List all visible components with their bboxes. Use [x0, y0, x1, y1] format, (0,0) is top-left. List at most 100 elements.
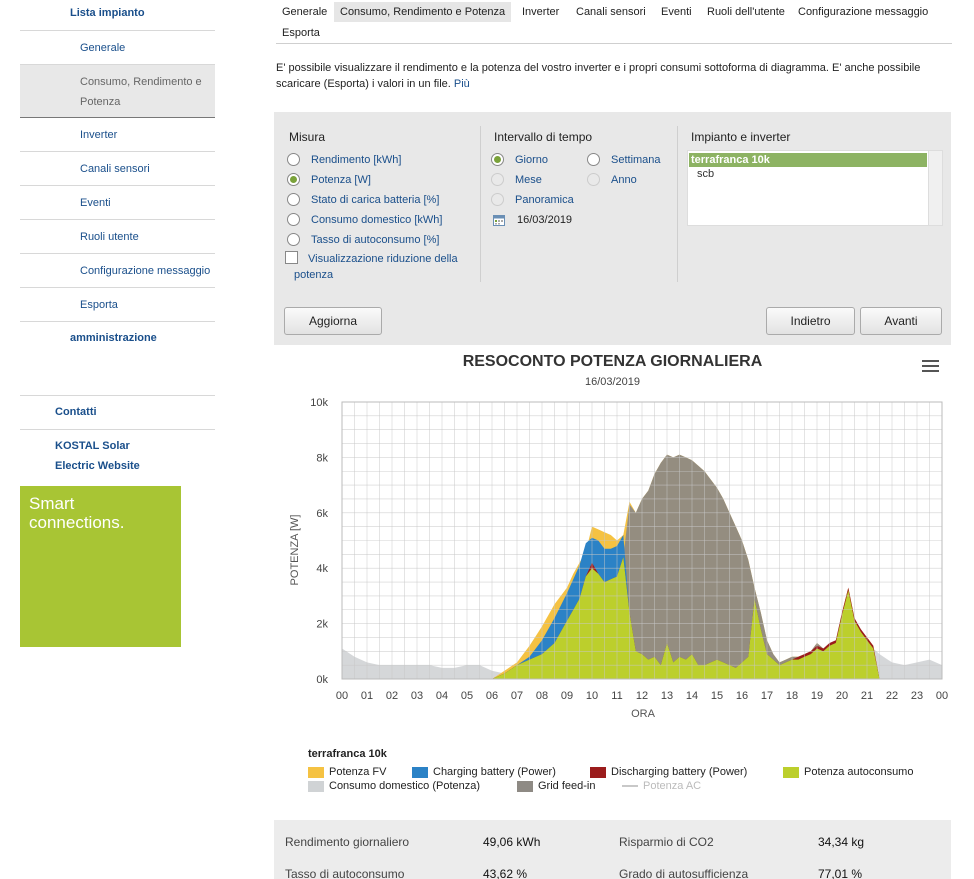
sidebar-admin[interactable]: amministrazione	[20, 322, 215, 359]
measure-label: Tasso di autoconsumo [%]	[311, 233, 440, 246]
filter-panel: Misura Rendimento [kWh] Potenza [W] Stat…	[274, 112, 951, 345]
measure-option-power[interactable]: Potenza [W]	[287, 173, 371, 186]
sidebar-website[interactable]: KOSTAL Solar Electric Website	[20, 430, 170, 483]
radio-selected-icon[interactable]	[287, 173, 300, 186]
x-tick-label: 21	[861, 690, 873, 702]
legend-swatch	[308, 780, 324, 792]
back-button[interactable]: Indietro	[766, 307, 855, 335]
interval-label: Panoramica	[515, 193, 574, 206]
y-tick-label: 2k	[316, 619, 328, 631]
stat-value-selfconsumption: 43,62 %	[483, 867, 528, 879]
x-tick-label: 01	[361, 690, 373, 702]
tab-user-roles[interactable]: Ruoli dell'utente	[701, 2, 791, 22]
legend-label: Potenza FV	[329, 766, 387, 778]
power-reduction-option[interactable]: Visualizzazione riduzione della potenza	[285, 251, 458, 283]
tab-export[interactable]: Esporta	[276, 23, 326, 43]
legend-label: Potenza AC	[643, 780, 702, 792]
legend-item-pv[interactable]: Potenza FV	[308, 766, 386, 778]
radio-icon[interactable]	[287, 213, 300, 226]
measure-option-consumption[interactable]: Consumo domestico [kWh]	[287, 213, 442, 226]
tab-sensors[interactable]: Canali sensori	[570, 2, 652, 22]
x-tick-label: 07	[511, 690, 523, 702]
sidebar-item-export[interactable]: Esporta	[20, 288, 215, 322]
sidebar-item-consumption[interactable]: Consumo, Rendimento e Potenza	[20, 65, 215, 118]
tab-events[interactable]: Eventi	[655, 2, 698, 22]
sidebar-item-events[interactable]: Eventi	[20, 186, 215, 220]
tab-consumption[interactable]: Consumo, Rendimento e Potenza	[334, 2, 512, 22]
x-tick-label: 05	[461, 690, 473, 702]
y-tick-label: 10k	[310, 397, 328, 409]
measure-option-selfconsumption[interactable]: Tasso di autoconsumo [%]	[287, 233, 439, 246]
radio-icon[interactable]	[287, 153, 300, 166]
plant-list-scrollbar[interactable]	[928, 151, 942, 225]
sidebar-contacts[interactable]: Contatti	[20, 396, 215, 430]
tab-message-config[interactable]: Configurazione messaggio	[792, 2, 934, 22]
radio-icon[interactable]	[587, 173, 600, 186]
interval-day[interactable]: Giorno	[491, 153, 548, 166]
x-tick-label: 16	[736, 690, 748, 702]
radio-icon[interactable]	[287, 193, 300, 206]
stat-value-daily-yield: 49,06 kWh	[483, 835, 541, 849]
plant-item[interactable]: scb	[689, 167, 927, 181]
sidebar-item-user-roles[interactable]: Ruoli utente	[20, 220, 215, 254]
tab-general[interactable]: Generale	[276, 2, 333, 22]
x-tick-label: 00	[936, 690, 948, 702]
sidebar-item-general[interactable]: Generale	[20, 31, 215, 65]
interval-year[interactable]: Anno	[587, 173, 637, 186]
sidebar-plant-list[interactable]: Lista impianto	[20, 0, 215, 31]
calendar-icon[interactable]	[493, 214, 505, 226]
more-link[interactable]: Più	[454, 78, 470, 90]
x-tick-label: 13	[661, 690, 673, 702]
plant-item-selected[interactable]: terrafranca 10k	[689, 153, 927, 167]
y-tick-label: 0k	[316, 674, 328, 686]
legend-item-feedin[interactable]: Grid feed-in	[517, 780, 595, 792]
interval-week[interactable]: Settimana	[587, 153, 661, 166]
sidebar-item-sensors[interactable]: Canali sensori	[20, 152, 215, 186]
sidebar: Lista impianto Generale Consumo, Rendime…	[20, 0, 215, 483]
legend-item-selfconsumption[interactable]: Potenza autoconsumo	[783, 766, 913, 778]
legend-item-ac[interactable]: Potenza AC	[622, 780, 701, 792]
promo-line1: Smart	[29, 494, 75, 513]
legend-swatch	[517, 780, 533, 792]
forward-button[interactable]: Avanti	[860, 307, 942, 335]
update-button[interactable]: Aggiorna	[284, 307, 382, 335]
tab-inverter[interactable]: Inverter	[516, 2, 565, 22]
legend-swatch	[308, 766, 324, 778]
x-tick-label: 03	[411, 690, 423, 702]
legend-item-household[interactable]: Consumo domestico (Potenza)	[308, 780, 480, 792]
interval-overview[interactable]: Panoramica	[491, 193, 574, 206]
stat-label-selfconsumption: Tasso di autoconsumo	[285, 867, 405, 879]
x-axis-label: ORA	[631, 708, 656, 720]
plant-list[interactable]: terrafranca 10k scb	[687, 150, 943, 226]
radio-icon[interactable]	[491, 173, 504, 186]
measure-title: Misura	[289, 130, 326, 144]
tab-bar: Generale Consumo, Rendimento e Potenza I…	[276, 2, 952, 44]
radio-icon[interactable]	[287, 233, 300, 246]
radio-icon[interactable]	[491, 193, 504, 206]
legend-item-charging[interactable]: Charging battery (Power)	[412, 766, 556, 778]
legend-swatch	[622, 785, 638, 787]
x-tick-label: 10	[586, 690, 598, 702]
intro-description: E' possibile visualizzare il rendimento …	[276, 62, 921, 90]
radio-icon[interactable]	[587, 153, 600, 166]
sidebar-item-message-config[interactable]: Configurazione messaggio	[20, 254, 215, 288]
interval-month[interactable]: Mese	[491, 173, 542, 186]
x-tick-label: 09	[561, 690, 573, 702]
plant-title: Impianto e inverter	[691, 130, 791, 144]
checkbox-icon[interactable]	[285, 251, 298, 264]
measure-option-battery[interactable]: Stato di carica batteria [%]	[287, 193, 439, 206]
x-tick-label: 02	[386, 690, 398, 702]
column-divider	[677, 126, 678, 282]
promo-banner: Smart connections.	[20, 486, 181, 647]
date-picker[interactable]: 16/03/2019	[493, 214, 572, 226]
x-tick-label: 22	[886, 690, 898, 702]
sidebar-item-inverter[interactable]: Inverter	[20, 118, 215, 152]
stat-label-co2: Risparmio di CO2	[619, 835, 714, 849]
radio-selected-icon[interactable]	[491, 153, 504, 166]
measure-option-yield[interactable]: Rendimento [kWh]	[287, 153, 401, 166]
column-divider	[480, 126, 481, 282]
legend-item-discharging[interactable]: Discharging battery (Power)	[590, 766, 747, 778]
stat-value-co2: 34,34 kg	[818, 835, 865, 849]
x-tick-label: 06	[486, 690, 498, 702]
measure-label: Consumo domestico [kWh]	[311, 213, 443, 226]
